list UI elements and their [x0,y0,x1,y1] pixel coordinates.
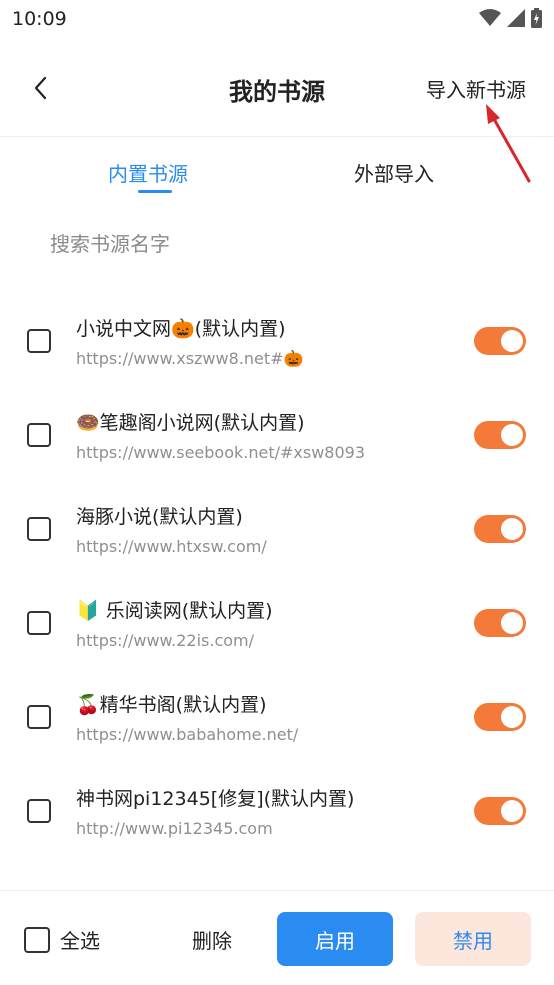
source-checkbox[interactable] [27,705,51,729]
source-toggle[interactable] [474,797,526,825]
chevron-left-icon [34,76,47,100]
tab-external-import[interactable]: 外部导入 [354,158,434,187]
list-item: 🔰 乐阅读网(默认内置) https://www.22is.com/ [0,576,554,670]
bottom-action-bar: 全选 删除 启用 禁用 [0,890,554,985]
enable-button[interactable]: 启用 [277,912,393,966]
source-url: https://www.seebook.net/#xsw8093 [76,443,365,462]
source-checkbox[interactable] [27,329,51,353]
select-all-label: 全选 [60,929,100,953]
source-checkbox[interactable] [27,517,51,541]
toggle-knob [501,518,523,540]
toggle-knob [501,612,523,634]
tab-indicator [138,190,172,193]
nav-bar: 我的书源 导入新书源 [0,48,554,137]
source-checkbox[interactable] [27,799,51,823]
tab-bar: 内置书源 外部导入 [0,140,554,204]
source-url: https://www.22is.com/ [76,631,255,650]
toggle-knob [501,330,523,352]
source-url: https://www.htxsw.com/ [76,537,267,556]
status-bar: 10:09 [0,0,554,40]
list-item: 🍒精华书阁(默认内置) https://www.babahome.net/ [0,670,554,764]
source-url: https://www.xszww8.net#🎃 [76,349,304,368]
status-time: 10:09 [12,8,67,30]
source-name: 🍒精华书阁(默认内置) [76,694,267,716]
source-name: 🍩笔趣阁小说网(默认内置) [76,412,305,434]
select-all-checkbox[interactable] [24,926,50,953]
signal-icon [507,9,525,27]
import-new-source-button[interactable]: 导入新书源 [426,74,526,103]
toggle-knob [501,706,523,728]
toggle-knob [501,424,523,446]
delete-button[interactable]: 删除 [192,925,232,954]
search-input[interactable] [50,226,510,262]
source-name: 小说中文网🎃(默认内置) [76,318,286,340]
source-checkbox[interactable] [27,423,51,447]
disable-button[interactable]: 禁用 [415,912,531,966]
list-item: 🍩笔趣阁小说网(默认内置) https://www.seebook.net/#x… [0,388,554,482]
source-toggle[interactable] [474,327,526,355]
source-list: 小说中文网🎃(默认内置) https://www.xszww8.net#🎃 🍩笔… [0,294,554,858]
source-toggle[interactable] [474,609,526,637]
select-all-control[interactable]: 全选 [24,925,100,954]
list-item: 小说中文网🎃(默认内置) https://www.xszww8.net#🎃 [0,294,554,388]
toggle-knob [501,800,523,822]
list-item: 神书网pi12345[修复](默认内置) http://www.pi12345.… [0,764,554,858]
source-toggle[interactable] [474,703,526,731]
source-name: 神书网pi12345[修复](默认内置) [76,788,355,810]
source-url: http://www.pi12345.com [76,819,273,838]
source-name: 海豚小说(默认内置) [76,506,243,528]
source-url: https://www.babahome.net/ [76,725,299,744]
wifi-icon [479,9,501,26]
source-checkbox[interactable] [27,611,51,635]
back-button[interactable] [22,70,58,106]
source-toggle[interactable] [474,515,526,543]
status-icons [479,8,542,28]
tab-builtin-sources[interactable]: 内置书源 [108,158,188,187]
battery-icon [531,8,542,28]
list-item: 海豚小说(默认内置) https://www.htxsw.com/ [0,482,554,576]
source-toggle[interactable] [474,421,526,449]
source-name: 🔰 乐阅读网(默认内置) [76,600,273,622]
